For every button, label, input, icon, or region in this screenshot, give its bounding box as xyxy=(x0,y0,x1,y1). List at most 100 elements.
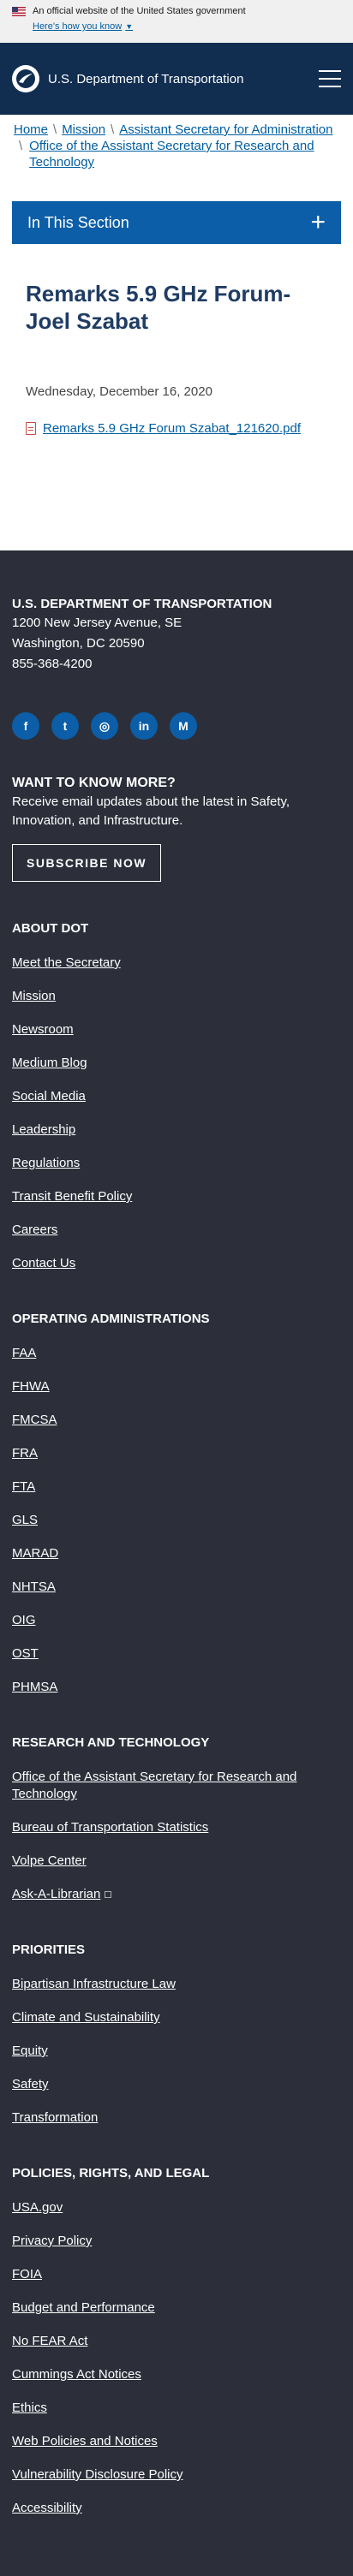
footer-link-item: Regulations xyxy=(12,1155,341,1172)
footer-link-item: MARAD xyxy=(12,1545,341,1562)
footer-link[interactable]: Web Policies and Notices xyxy=(12,2434,158,2448)
hamburger-menu-icon[interactable] xyxy=(319,70,341,87)
footer-link[interactable]: Careers xyxy=(12,1223,57,1237)
footer-link[interactable]: FOIA xyxy=(12,2267,42,2282)
footer-link[interactable]: Transit Benefit Policy xyxy=(12,1189,132,1204)
footer-link-item: FOIA xyxy=(12,2266,341,2283)
breadcrumb: Home \ Mission \ Assistant Secretary for Adm… xyxy=(0,115,353,170)
footer-link[interactable]: PHMSA xyxy=(12,1680,57,1694)
medium-icon[interactable]: M xyxy=(170,712,197,740)
subscribe-button[interactable]: SUBSCRIBE NOW xyxy=(12,844,162,882)
footer-link[interactable]: NHTSA xyxy=(12,1580,56,1594)
footer-link[interactable]: Ask-A-Librarian xyxy=(12,1887,100,1901)
footer-link[interactable]: Social Media xyxy=(12,1089,86,1104)
footer-section: PRIORITIES Bipartisan Infrastructure Law C… xyxy=(12,1942,341,2127)
footer-link[interactable]: FMCSA xyxy=(12,1413,57,1427)
us-flag-icon xyxy=(12,6,26,16)
footer-link[interactable]: USA.gov xyxy=(12,2200,63,2215)
footer-link-item: Mission xyxy=(12,988,341,1005)
footer-link-item: No FEAR Act xyxy=(12,2333,341,2350)
footer-link[interactable]: MARAD xyxy=(12,1546,58,1561)
footer-link[interactable]: OIG xyxy=(12,1613,36,1627)
footer-link[interactable]: Medium Blog xyxy=(12,1056,87,1070)
footer-link-item: Office of the Assistant Secretary for Re… xyxy=(12,1769,341,1803)
footer-link-item: NHTSA xyxy=(12,1579,341,1596)
instagram-icon[interactable]: ◎ xyxy=(91,712,118,740)
footer-link[interactable]: Climate and Sustainability xyxy=(12,2010,160,2025)
gov-banner: An official website of the United States… xyxy=(0,0,353,43)
file-attachment: Remarks 5.9 GHz Forum Szabat_121620.pdf xyxy=(26,421,327,436)
footer-link[interactable]: Accessibility xyxy=(12,2501,82,2515)
footer-address-line2: Washington, DC 20590 xyxy=(12,636,145,651)
twitter-icon[interactable]: t xyxy=(51,712,79,740)
footer-link[interactable]: Bipartisan Infrastructure Law xyxy=(12,1977,176,1991)
footer-link[interactable]: Office of the Assistant Secretary for Re… xyxy=(12,1770,296,1801)
footer-link[interactable]: Mission xyxy=(12,989,56,1003)
linkedin-icon[interactable]: in xyxy=(130,712,158,740)
footer-section: POLICIES, RIGHTS, AND LEGAL USA.gov Privac… xyxy=(12,2166,341,2517)
footer-link[interactable]: GLS xyxy=(12,1513,38,1527)
footer-link-list: Bipartisan Infrastructure Law Climate and… xyxy=(12,1976,341,2127)
facebook-icon[interactable]: f xyxy=(12,712,39,740)
footer-org-name: U.S. DEPARTMENT OF TRANSPORTATION xyxy=(12,597,272,611)
breadcrumb-office-research-technology[interactable]: Office of the Assistant Secretary for Re… xyxy=(29,138,339,170)
footer-link[interactable]: Privacy Policy xyxy=(12,2234,92,2248)
footer-section-title: ABOUT DOT xyxy=(12,921,89,936)
footer-link-item: Transformation xyxy=(12,2109,341,2127)
footer-link[interactable]: FAA xyxy=(12,1346,36,1360)
footer-link[interactable]: Vulnerability Disclosure Policy xyxy=(12,2467,183,2482)
footer-link[interactable]: Cummings Act Notices xyxy=(12,2367,141,2382)
footer-link[interactable]: Bureau of Transportation Statistics xyxy=(12,1820,208,1835)
howknow-label: Here's how you know xyxy=(33,21,123,32)
footer-link-item: USA.gov xyxy=(12,2199,341,2216)
footer-link-item: Social Media xyxy=(12,1088,341,1105)
footer-sections: ABOUT DOT Meet the Secretary Mission Newsro… xyxy=(12,921,341,2517)
footer-link[interactable]: No FEAR Act xyxy=(12,2334,87,2348)
footer-link-item: Climate and Sustainability xyxy=(12,2009,341,2026)
pdf-download-link[interactable]: Remarks 5.9 GHz Forum Szabat_121620.pdf xyxy=(43,421,301,436)
footer-section: ABOUT DOT Meet the Secretary Mission Newsro… xyxy=(12,921,341,1272)
site-header: U.S. Department of Transportation xyxy=(0,43,353,115)
footer-link[interactable]: Volpe Center xyxy=(12,1853,87,1868)
site-name[interactable]: U.S. Department of Transportation xyxy=(48,72,243,86)
footer-link[interactable]: Safety xyxy=(12,2077,49,2091)
footer-link-item: FHWA xyxy=(12,1378,341,1395)
footer-link[interactable]: Budget and Performance xyxy=(12,2300,155,2315)
footer-link[interactable]: FRA xyxy=(12,1446,38,1461)
footer-link-item: Budget and Performance xyxy=(12,2299,341,2317)
social-links: f t ◎ in M xyxy=(12,712,341,740)
plus-icon: + xyxy=(310,208,326,236)
footer-link-item: FMCSA xyxy=(12,1412,341,1429)
breadcrumb-mission[interactable]: Mission xyxy=(62,122,105,137)
official-website-text: An official website of the United States… xyxy=(33,6,246,16)
page-date: Wednesday, December 16, 2020 xyxy=(26,384,212,399)
in-this-section-label: In This Section xyxy=(27,213,129,231)
footer-link-item: FAA xyxy=(12,1345,341,1362)
footer-link[interactable]: OST xyxy=(12,1646,39,1661)
footer-link[interactable]: FTA xyxy=(12,1479,35,1494)
dot-logo-icon[interactable] xyxy=(12,65,39,92)
footer-link[interactable]: Newsroom xyxy=(12,1022,74,1037)
footer-link[interactable]: Ethics xyxy=(12,2400,47,2415)
footer-link[interactable]: Equity xyxy=(12,2044,48,2058)
footer-link-item: Privacy Policy xyxy=(12,2233,341,2250)
footer-link[interactable]: Regulations xyxy=(12,1156,80,1170)
breadcrumb-separator: \ xyxy=(111,122,115,137)
footer-link[interactable]: FHWA xyxy=(12,1379,50,1394)
footer-link[interactable]: Contact Us xyxy=(12,1256,75,1270)
footer-link-item: GLS xyxy=(12,1512,341,1529)
footer-link-item: Meet the Secretary xyxy=(12,955,341,972)
footer-link-list: Office of the Assistant Secretary for Re… xyxy=(12,1769,341,1903)
breadcrumb-home[interactable]: Home xyxy=(14,122,48,137)
footer-link[interactable]: Leadership xyxy=(12,1122,75,1137)
breadcrumb-assistant-secretary-administration[interactable]: Assistant Secretary for Administration xyxy=(119,122,332,137)
footer-link-item: Vulnerability Disclosure Policy xyxy=(12,2466,341,2484)
heres-how-you-know-link[interactable]: Here's how you know ▼ xyxy=(33,21,341,32)
footer-link[interactable]: Transformation xyxy=(12,2110,98,2125)
footer-link-list: USA.gov Privacy Policy FOIA Budget and Perf… xyxy=(12,2199,341,2517)
external-link-icon xyxy=(105,1891,112,1899)
in-this-section-toggle[interactable]: In This Section + xyxy=(12,201,341,244)
footer-link[interactable]: Meet the Secretary xyxy=(12,955,121,970)
want-to-know-text: Receive email updates about the latest i… xyxy=(12,794,290,828)
footer-link-item: FTA xyxy=(12,1478,341,1496)
